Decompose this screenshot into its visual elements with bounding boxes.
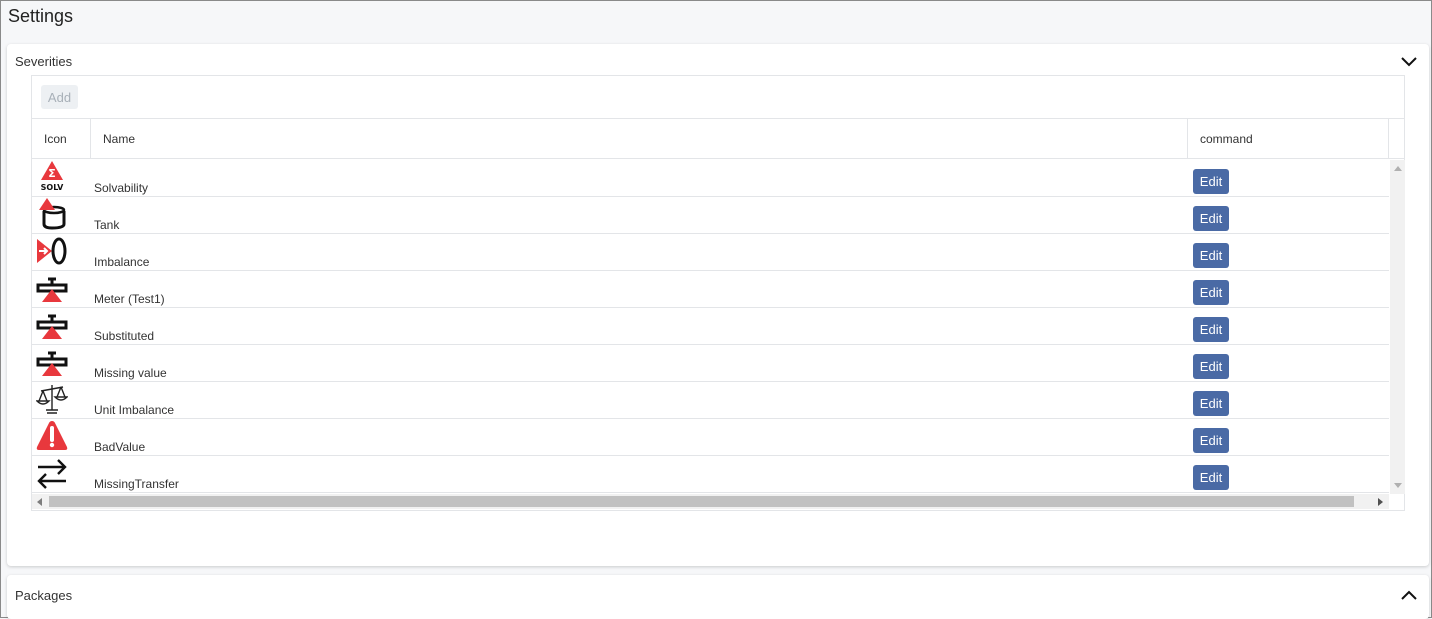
scroll-right-arrow-icon[interactable] xyxy=(1378,498,1383,506)
chevron-up-icon[interactable] xyxy=(1400,589,1418,601)
table-row[interactable]: Tank Edit xyxy=(32,197,1389,234)
warning-icon xyxy=(36,419,68,453)
severity-name: Missing value xyxy=(94,366,167,380)
scroll-up-arrow-icon[interactable] xyxy=(1394,166,1402,171)
severities-grid: Add Icon Name command Σ SOLV Solvability xyxy=(31,75,1405,511)
horizontal-scrollbar[interactable] xyxy=(32,494,1389,509)
severity-name: MissingTransfer xyxy=(94,477,179,491)
column-divider xyxy=(1187,119,1188,159)
table-row[interactable]: Missing value Edit xyxy=(32,345,1389,382)
severity-name: Tank xyxy=(94,218,120,232)
severity-name: Unit Imbalance xyxy=(94,403,175,417)
table-header: Icon Name command xyxy=(32,119,1404,159)
table-row[interactable]: Imbalance Edit xyxy=(32,234,1389,271)
solv-label: SOLV xyxy=(41,183,65,192)
severity-name: Solvability xyxy=(94,181,149,195)
column-divider xyxy=(90,119,91,159)
imbalance-icon xyxy=(36,234,68,268)
scroll-left-arrow-icon[interactable] xyxy=(37,498,42,506)
edit-button[interactable]: Edit xyxy=(1193,391,1229,416)
packages-panel: Packages xyxy=(7,575,1429,619)
table-row[interactable]: Substituted Edit xyxy=(32,308,1389,345)
edit-button[interactable]: Edit xyxy=(1193,428,1229,453)
severities-panel: Severities Add Icon Name command Σ SOLV xyxy=(7,44,1429,566)
grid-toolbar: Add xyxy=(32,76,1404,119)
edit-button[interactable]: Edit xyxy=(1193,465,1229,490)
chevron-down-icon[interactable] xyxy=(1400,56,1418,68)
transfer-arrows-icon xyxy=(36,456,68,490)
svg-text:Σ: Σ xyxy=(48,167,56,180)
scroll-down-arrow-icon[interactable] xyxy=(1394,483,1402,488)
column-header-command[interactable]: command xyxy=(1200,119,1253,159)
meter-icon xyxy=(36,271,68,305)
table-row[interactable]: Unit Imbalance Edit xyxy=(32,382,1389,419)
edit-button[interactable]: Edit xyxy=(1193,354,1229,379)
edit-button[interactable]: Edit xyxy=(1193,169,1229,194)
severity-name: Substituted xyxy=(94,329,155,343)
severities-header[interactable]: Severities xyxy=(15,54,72,69)
table-row[interactable]: Σ SOLV Solvability Edit xyxy=(32,160,1389,197)
edit-button[interactable]: Edit xyxy=(1193,317,1229,342)
table-row[interactable]: MissingTransfer Edit xyxy=(32,456,1389,493)
solvability-icon: Σ SOLV xyxy=(36,160,68,194)
table-body: Σ SOLV Solvability Edit Tank Edit Imbala… xyxy=(32,160,1389,494)
scale-icon xyxy=(36,382,68,416)
severity-name: BadValue xyxy=(94,440,146,454)
column-header-name[interactable]: Name xyxy=(103,119,135,159)
tank-icon xyxy=(36,197,68,231)
column-divider xyxy=(1388,119,1389,159)
vertical-scrollbar[interactable] xyxy=(1390,160,1405,494)
severity-name: Imbalance xyxy=(94,255,150,269)
meter-icon xyxy=(36,345,68,379)
add-button[interactable]: Add xyxy=(41,85,78,109)
edit-button[interactable]: Edit xyxy=(1193,206,1229,231)
table-row[interactable]: BadValue Edit xyxy=(32,419,1389,456)
severity-name: Meter (Test1) xyxy=(94,292,165,306)
meter-icon xyxy=(36,308,68,342)
column-header-icon[interactable]: Icon xyxy=(44,119,67,159)
horizontal-scroll-thumb[interactable] xyxy=(49,496,1354,507)
table-row[interactable]: Meter (Test1) Edit xyxy=(32,271,1389,308)
page-title: Settings xyxy=(8,6,74,26)
edit-button[interactable]: Edit xyxy=(1193,280,1229,305)
edit-button[interactable]: Edit xyxy=(1193,243,1229,268)
packages-header[interactable]: Packages xyxy=(15,588,72,603)
